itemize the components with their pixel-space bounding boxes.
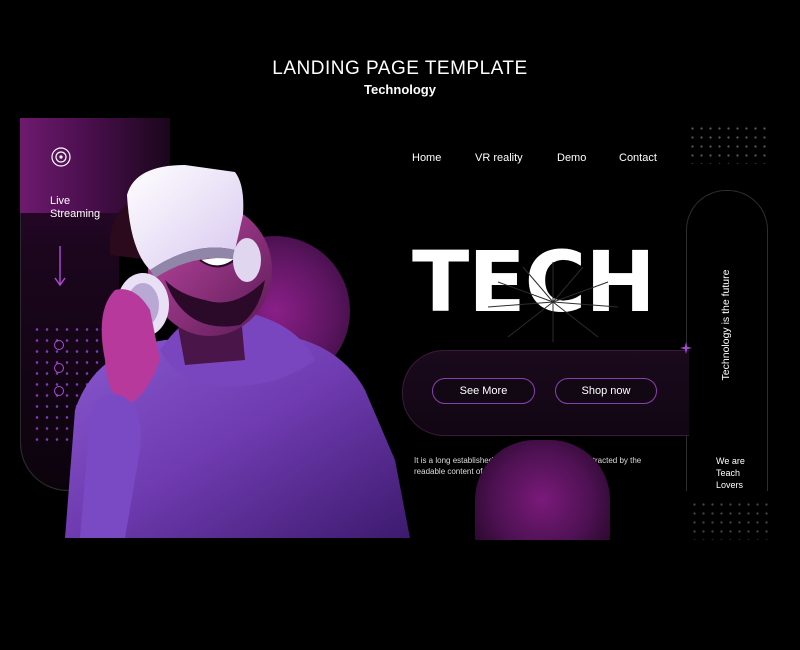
tagline-vertical: Technology is the future [720, 269, 732, 381]
see-more-button[interactable]: See More [432, 378, 535, 404]
sparkle-star-icon [680, 342, 692, 354]
decorative-blob [475, 440, 610, 540]
nav-demo[interactable]: Demo [557, 152, 586, 164]
shop-now-button[interactable]: Shop now [555, 378, 657, 404]
nav-vr-reality[interactable]: VR reality [475, 152, 523, 164]
facebook-icon[interactable] [54, 363, 64, 373]
page-subtitle: Technology [364, 82, 436, 97]
burst-lines-decoration [487, 262, 619, 342]
hero-photo-vr-person [65, 165, 410, 538]
lovers-line3: Lovers [716, 480, 744, 490]
we-are-teach-lovers: We are Teach Lovers [716, 455, 745, 491]
lovers-line2: Teach [716, 468, 741, 478]
nav-contact[interactable]: Contact [619, 152, 657, 164]
page-title: LANDING PAGE TEMPLATE [272, 58, 528, 79]
lovers-line1: We are [716, 456, 745, 466]
decorative-dot-grid-top-right [688, 124, 768, 164]
decorative-dot-grid-bottom-right [690, 500, 770, 540]
nav-home[interactable]: Home [412, 152, 441, 164]
twitter-icon[interactable] [54, 386, 64, 396]
instagram-icon[interactable] [54, 340, 64, 350]
